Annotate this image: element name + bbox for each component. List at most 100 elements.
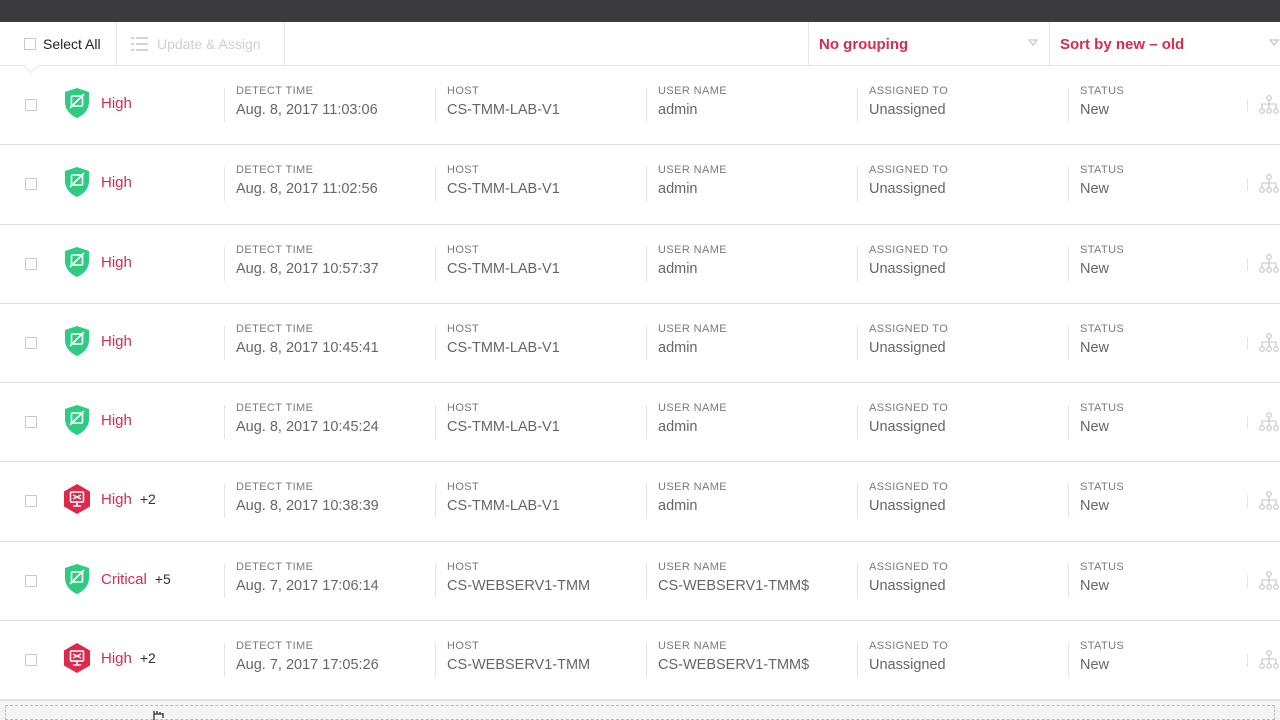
status-cell: STATUS New — [1080, 561, 1124, 594]
assigned-to-cell: ASSIGNED TO Unassigned — [869, 244, 948, 277]
detection-row[interactable]: High DETECT TIME Aug. 8, 2017 10:45:41 H… — [0, 304, 1280, 384]
divider — [224, 643, 225, 678]
divider — [435, 325, 436, 360]
status-header: STATUS — [1080, 481, 1125, 494]
user-name-cell: USER NAME admin — [658, 481, 727, 514]
divider — [435, 167, 436, 202]
detection-row[interactable]: High DETECT TIME Aug. 8, 2017 10:45:24 H… — [0, 383, 1280, 463]
sort-label: Sort by new – old — [1060, 35, 1185, 53]
user-name-value: admin — [658, 260, 698, 277]
detect-time-header: DETECT TIME — [236, 481, 314, 494]
divider — [646, 563, 647, 598]
detection-row[interactable]: Critical +5 DETECT TIME Aug. 7, 2017 17:0… — [0, 542, 1280, 622]
checkbox-icon[interactable] — [24, 38, 36, 50]
host-header: HOST — [447, 560, 480, 573]
divider — [1247, 574, 1248, 588]
host-cell: HOST CS-TMM-LAB-V1 — [447, 481, 560, 514]
extra-count-badge: +2 — [139, 491, 156, 508]
assigned-to-value: Unassigned — [869, 498, 946, 515]
mouse-cursor-icon — [153, 711, 164, 720]
process-tree-icon[interactable] — [1259, 174, 1279, 194]
status-cell: STATUS New — [1080, 640, 1124, 673]
detection-row[interactable]: High DETECT TIME Aug. 8, 2017 10:57:37 H… — [0, 225, 1280, 304]
severity: High — [101, 174, 140, 191]
row-checkbox[interactable] — [25, 336, 37, 349]
divider — [224, 563, 225, 598]
assigned-to-value: Unassigned — [869, 339, 946, 356]
status-cell: STATUS New — [1080, 244, 1124, 277]
divider — [1247, 257, 1248, 271]
green-shield-icon — [63, 87, 91, 119]
process-tree-icon[interactable] — [1259, 95, 1279, 115]
row-checkbox[interactable] — [25, 574, 37, 587]
select-all-checkbox[interactable]: Select All — [24, 22, 101, 66]
update-assign-button[interactable]: Update & Assign — [131, 22, 261, 66]
divider — [1247, 495, 1248, 509]
process-tree-icon[interactable] — [1259, 650, 1279, 670]
detect-time-cell: DETECT TIME Aug. 8, 2017 10:45:41 — [236, 323, 379, 356]
user-name-header: USER NAME — [658, 640, 727, 653]
detect-time-cell: DETECT TIME Aug. 8, 2017 10:45:24 — [236, 402, 379, 435]
user-name-cell: USER NAME CS-WEBSERV1-TMM$ — [658, 640, 809, 673]
divider — [1068, 484, 1069, 519]
user-name-header: USER NAME — [658, 560, 727, 573]
user-name-header: USER NAME — [658, 243, 727, 256]
detection-row[interactable]: High +2 DETECT TIME Aug. 8, 2017 10:38:39… — [0, 462, 1280, 542]
process-tree-icon[interactable] — [1259, 333, 1279, 353]
detect-time-value: Aug. 7, 2017 17:05:26 — [236, 657, 379, 674]
process-tree-icon[interactable] — [1259, 412, 1279, 432]
select-all-label: Select All — [43, 36, 101, 52]
host-header: HOST — [447, 640, 480, 653]
user-name-value: admin — [658, 498, 698, 515]
divider — [435, 246, 436, 281]
row-checkbox[interactable] — [25, 495, 37, 508]
divider — [435, 563, 436, 598]
host-header: HOST — [447, 243, 480, 256]
assigned-to-cell: ASSIGNED TO Unassigned — [869, 561, 948, 594]
red-hexagon-icon — [63, 483, 91, 515]
detect-time-value: Aug. 8, 2017 11:03:06 — [236, 102, 378, 118]
severity: High — [101, 412, 140, 429]
row-checkbox[interactable] — [25, 654, 37, 667]
green-shield-icon — [63, 246, 91, 278]
green-shield-icon — [63, 325, 91, 357]
assigned-to-header: ASSIGNED TO — [869, 640, 949, 653]
user-name-value: CS-WEBSERV1-TMM$ — [658, 577, 810, 594]
process-tree-icon[interactable] — [1259, 491, 1279, 511]
user-name-cell: USER NAME admin — [658, 244, 727, 277]
detect-time-header: DETECT TIME — [236, 85, 314, 97]
user-name-value: admin — [658, 181, 698, 198]
row-checkbox[interactable] — [25, 99, 37, 111]
divider — [857, 88, 858, 122]
grouping-dropdown[interactable]: No grouping — [808, 22, 1049, 66]
assigned-to-header: ASSIGNED TO — [869, 481, 949, 494]
green-shield-icon — [63, 404, 91, 436]
assigned-to-header: ASSIGNED TO — [869, 402, 949, 415]
divider — [646, 325, 647, 360]
detection-row[interactable]: High DETECT TIME Aug. 8, 2017 11:02:56 H… — [0, 145, 1280, 225]
host-value: CS-TMM-LAB-V1 — [447, 181, 560, 198]
row-checkbox[interactable] — [25, 178, 37, 191]
row-checkbox[interactable] — [25, 416, 37, 429]
user-name-value: admin — [658, 102, 698, 118]
divider — [646, 484, 647, 519]
severity-label: Critical — [101, 570, 147, 588]
host-cell: HOST CS-TMM-LAB-V1 — [447, 85, 560, 118]
process-tree-icon[interactable] — [1259, 570, 1279, 591]
row-checkbox[interactable] — [25, 257, 37, 270]
process-tree-icon[interactable] — [1259, 253, 1279, 274]
detect-time-cell: DETECT TIME Aug. 7, 2017 17:06:14 — [236, 561, 379, 594]
assigned-to-header: ASSIGNED TO — [869, 164, 949, 177]
assigned-to-header: ASSIGNED TO — [869, 560, 949, 573]
detect-time-cell: DETECT TIME Aug. 8, 2017 11:03:06 — [236, 85, 378, 118]
severity-label: High — [101, 412, 132, 430]
detection-row[interactable]: High DETECT TIME Aug. 8, 2017 11:03:06 H… — [0, 66, 1280, 146]
divider — [1068, 88, 1069, 122]
detection-row[interactable]: High +2 DETECT TIME Aug. 7, 2017 17:05:26… — [0, 621, 1280, 701]
status-header: STATUS — [1080, 164, 1125, 177]
divider — [1068, 325, 1069, 360]
extra-count-badge: +2 — [139, 650, 156, 667]
severity: Critical +5 — [101, 571, 171, 588]
sort-dropdown[interactable]: Sort by new – old — [1049, 22, 1280, 66]
divider — [1068, 246, 1069, 281]
